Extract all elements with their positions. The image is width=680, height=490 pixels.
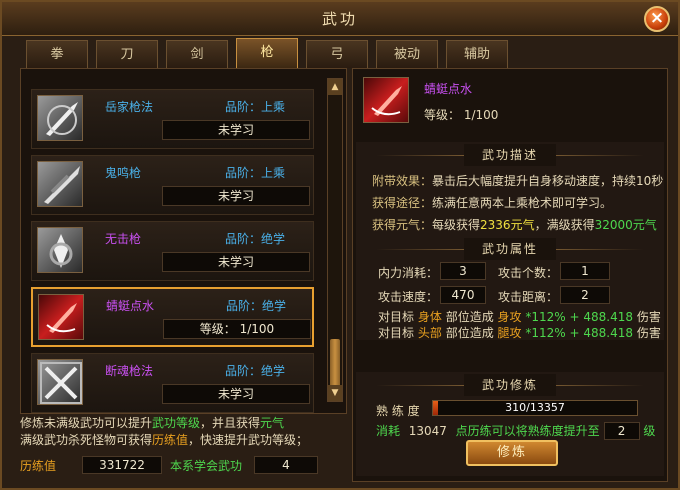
- hits-value: 1: [560, 262, 610, 280]
- learned-label: 本系学会武功: [170, 459, 243, 473]
- tab-fist[interactable]: 拳: [26, 40, 88, 68]
- prof-label: 熟 练 度: [376, 404, 420, 418]
- skill-item-wuji[interactable]: 无击枪 品阶：绝学 未学习: [31, 221, 314, 281]
- skill-name: 断魂枪法: [105, 364, 154, 378]
- train-button[interactable]: 修炼: [466, 440, 558, 466]
- info-line-2: 满级武功杀死怪物可获得历练值，快速提升武功等级；: [20, 433, 309, 447]
- speed-label: 攻击速度：: [378, 290, 439, 304]
- train-title: 武功修炼: [356, 374, 664, 396]
- skill-grade: 品阶：上乘: [225, 100, 286, 114]
- cost-value: 3: [440, 262, 486, 280]
- scroll-down-icon[interactable]: ▼: [328, 385, 342, 401]
- obtain-row: 获得途径：练满任意两本上乘枪术即可学习。: [372, 196, 613, 210]
- skill-status: 未学习: [162, 384, 310, 404]
- skill-status: 未学习: [162, 252, 310, 272]
- spear-skill-icon: [37, 359, 83, 405]
- hits-label: 攻击个数：: [498, 266, 559, 280]
- stats-row: 历练值 331722 本系学会武功 4: [20, 456, 340, 474]
- window-title: 武功: [2, 2, 678, 36]
- selected-skill-level: 等级： 1/100: [424, 108, 499, 122]
- bonus-row-1: 对目标 身体 部位造成 身攻 *112% + 488.418 伤害: [378, 310, 661, 324]
- skill-grade: 品阶：上乘: [225, 166, 286, 180]
- skill-item-yuejia[interactable]: 岳家枪法 品阶：上乘 未学习: [31, 89, 314, 149]
- spear-skill-icon: [37, 227, 83, 273]
- range-label: 攻击距离：: [498, 290, 559, 304]
- spear-skill-icon: [37, 161, 83, 207]
- info-line-1: 修炼未满级武功可以提升武功等级，并且获得元气: [20, 416, 285, 430]
- exp-label: 历练值: [20, 459, 57, 473]
- skill-status: 未学习: [162, 120, 310, 140]
- exp-value: 331722: [82, 456, 162, 474]
- proficiency-bar: 310/13357: [432, 400, 638, 416]
- skill-item-guiming[interactable]: 鬼鸣枪 品阶：上乘 未学习: [31, 155, 314, 215]
- attr-title: 武功属性: [356, 238, 664, 260]
- tab-spear[interactable]: 枪: [236, 38, 298, 68]
- tab-passive[interactable]: 被动: [376, 40, 438, 68]
- skill-status: 等级： 1/100: [163, 319, 311, 339]
- tab-support[interactable]: 辅助: [446, 40, 508, 68]
- skill-list-panel: 岳家枪法 品阶：上乘 未学习 鬼鸣枪 品阶：上乘 未学习 无击枪 品阶：绝学 未…: [20, 68, 347, 414]
- selected-skill-name: 蜻蜓点水: [424, 82, 473, 96]
- skill-list-scrollbar[interactable]: ▲ ▼: [327, 78, 343, 402]
- skill-grade: 品阶：绝学: [225, 364, 286, 378]
- skill-name: 岳家枪法: [105, 100, 154, 114]
- scroll-up-icon[interactable]: ▲: [328, 79, 342, 95]
- skill-item-duanhun[interactable]: 断魂枪法 品阶：绝学 未学习: [31, 353, 314, 413]
- desc-title: 武功描述: [356, 144, 664, 166]
- proficiency-text: 310/13357: [505, 401, 565, 414]
- spear-skill-icon: [38, 294, 84, 340]
- qi-row: 获得元气：每级获得2336元气，满级获得32000元气: [372, 218, 657, 232]
- selected-skill-icon: [363, 77, 409, 123]
- skill-name: 蜻蜓点水: [106, 299, 155, 313]
- skill-name: 无击枪: [105, 232, 142, 246]
- spear-skill-icon: [37, 95, 83, 141]
- skill-grade: 品阶：绝学: [225, 232, 286, 246]
- tab-bow[interactable]: 弓: [306, 40, 368, 68]
- skill-status: 未学习: [162, 186, 310, 206]
- info-text: 修炼未满级武功可以提升武功等级，并且获得元气 满级武功杀死怪物可获得历练值，快速…: [20, 415, 330, 449]
- close-icon: ×: [649, 8, 665, 28]
- range-value: 2: [560, 286, 610, 304]
- tab-sword[interactable]: 剑: [166, 40, 228, 68]
- speed-value: 470: [440, 286, 486, 304]
- close-button[interactable]: ×: [644, 6, 670, 32]
- bonus-row-2: 对目标 头部 部位造成 腿攻 *112% + 488.418 伤害: [378, 326, 661, 340]
- effect-row: 附带效果：暴击后大幅度提升自身移动速度，持续10秒: [372, 174, 664, 188]
- skill-name: 鬼鸣枪: [105, 166, 142, 180]
- cost2-row: 消耗 13047 点历练可以将熟练度提升至 2 级: [376, 422, 656, 440]
- cost-label: 内力消耗：: [378, 266, 439, 280]
- tab-blade[interactable]: 刀: [96, 40, 158, 68]
- learned-value: 4: [254, 456, 318, 474]
- skill-item-qingting[interactable]: 蜻蜓点水 品阶：绝学 等级： 1/100: [31, 287, 314, 347]
- scroll-thumb[interactable]: [330, 339, 340, 389]
- skill-grade: 品阶：绝学: [226, 299, 287, 313]
